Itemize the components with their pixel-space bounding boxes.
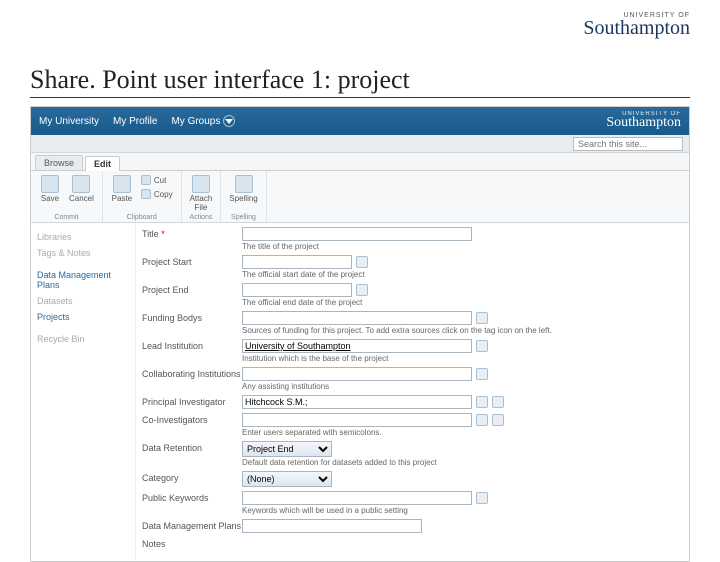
retention-select[interactable]: Project End (242, 441, 332, 457)
ribbon-group-commit: Save Cancel Commit (31, 171, 103, 222)
paste-button[interactable]: Paste (109, 174, 135, 204)
calendar-icon[interactable] (356, 284, 368, 296)
category-select[interactable]: (None) (242, 471, 332, 487)
hint-end: The official end date of the project (242, 298, 679, 307)
chevron-down-icon (223, 115, 235, 127)
label-notes: Notes (142, 537, 242, 549)
sharepoint-app: My University My Profile My Groups UNIVE… (30, 106, 690, 562)
ribbon: Save Cancel Commit Paste Cut Copy Clipbo… (31, 171, 689, 223)
paste-icon (113, 175, 131, 193)
logo-big-text: Southampton (583, 17, 690, 40)
label-funding: Funding Bodys (142, 311, 242, 323)
sidebar-item-recycle[interactable]: Recycle Bin (37, 331, 129, 347)
dmp-input[interactable] (242, 519, 422, 533)
label-dmp: Data Management Plans (142, 519, 242, 531)
cancel-icon (72, 175, 90, 193)
label-retention: Data Retention (142, 441, 242, 453)
top-nav: My University My Profile My Groups UNIVE… (31, 107, 689, 135)
ribbon-tabs: Browse Edit (31, 153, 689, 171)
tag-icon[interactable] (476, 368, 488, 380)
slide-logo: UNIVERSITY OF Southampton (583, 12, 690, 40)
nav-my-profile[interactable]: My Profile (113, 116, 157, 127)
ribbon-group-spelling: Spelling Spelling (221, 171, 266, 222)
cut-icon (141, 175, 151, 185)
spellcheck-icon (235, 175, 253, 193)
topbar-brand: UNIVERSITY OF Southampton (606, 111, 681, 131)
label-category: Category (142, 471, 242, 483)
sidebar-item-projects[interactable]: Projects (37, 309, 129, 325)
label-start: Project Start (142, 255, 242, 267)
check-name-icon[interactable] (476, 396, 488, 408)
hint-retention: Default data retention for datasets adde… (242, 458, 679, 467)
search-bar (31, 135, 689, 153)
copy-icon (141, 189, 151, 199)
sidebar-item-tags[interactable]: Tags & Notes (37, 245, 129, 261)
search-input[interactable] (573, 137, 683, 151)
tab-browse[interactable]: Browse (35, 155, 83, 170)
label-pi: Principal Investigator (142, 395, 242, 407)
lead-institution-input[interactable] (242, 339, 472, 353)
attach-icon (192, 175, 210, 193)
ribbon-group-clipboard: Paste Cut Copy Clipboard (103, 171, 182, 222)
hint-co: Enter users separated with semicolons. (242, 428, 679, 437)
label-collab: Collaborating Institutions (142, 367, 242, 379)
copy-button[interactable]: Copy (139, 188, 175, 201)
hint-title: The title of the project (242, 242, 679, 251)
title-input[interactable] (242, 227, 472, 241)
nav-my-groups[interactable]: My Groups (171, 115, 235, 127)
project-form: Title * The title of the project Project… (136, 223, 689, 561)
label-end: Project End (142, 283, 242, 295)
cancel-button[interactable]: Cancel (67, 174, 96, 204)
check-name-icon[interactable] (476, 414, 488, 426)
save-button[interactable]: Save (37, 174, 63, 204)
page-title: Share. Point user interface 1: project (30, 65, 690, 98)
co-input[interactable] (242, 413, 472, 427)
label-title: Title * (142, 227, 242, 239)
browse-people-icon[interactable] (492, 396, 504, 408)
sidebar-item-dmp[interactable]: Data Management Plans (37, 267, 129, 293)
tag-icon[interactable] (476, 312, 488, 324)
cut-button[interactable]: Cut (139, 174, 175, 187)
funding-input[interactable] (242, 311, 472, 325)
hint-start: The official start date of the project (242, 270, 679, 279)
ribbon-group-actions: Attach File Actions (182, 171, 222, 222)
tag-icon[interactable] (476, 492, 488, 504)
label-co: Co-Investigators (142, 413, 242, 425)
attach-file-button[interactable]: Attach File (188, 174, 215, 213)
nav-my-university[interactable]: My University (39, 116, 99, 127)
hint-lead: Institution which is the base of the pro… (242, 354, 679, 363)
tag-icon[interactable] (476, 340, 488, 352)
keywords-input[interactable] (242, 491, 472, 505)
start-date-input[interactable] (242, 255, 352, 269)
save-icon (41, 175, 59, 193)
sidebar-item-datasets[interactable]: Datasets (37, 293, 129, 309)
tab-edit[interactable]: Edit (85, 156, 120, 171)
label-keywords: Public Keywords (142, 491, 242, 503)
collab-input[interactable] (242, 367, 472, 381)
hint-collab: Any assisting institutions (242, 382, 679, 391)
sidebar-item-libraries[interactable]: Libraries (37, 229, 129, 245)
label-lead: Lead Institution (142, 339, 242, 351)
hint-funding: Sources of funding for this project. To … (242, 326, 679, 335)
end-date-input[interactable] (242, 283, 352, 297)
browse-people-icon[interactable] (492, 414, 504, 426)
pi-input[interactable] (242, 395, 472, 409)
left-nav: Libraries Tags & Notes Data Management P… (31, 223, 136, 561)
calendar-icon[interactable] (356, 256, 368, 268)
hint-keywords: Keywords which will be used in a public … (242, 506, 679, 515)
spelling-button[interactable]: Spelling (227, 174, 259, 204)
